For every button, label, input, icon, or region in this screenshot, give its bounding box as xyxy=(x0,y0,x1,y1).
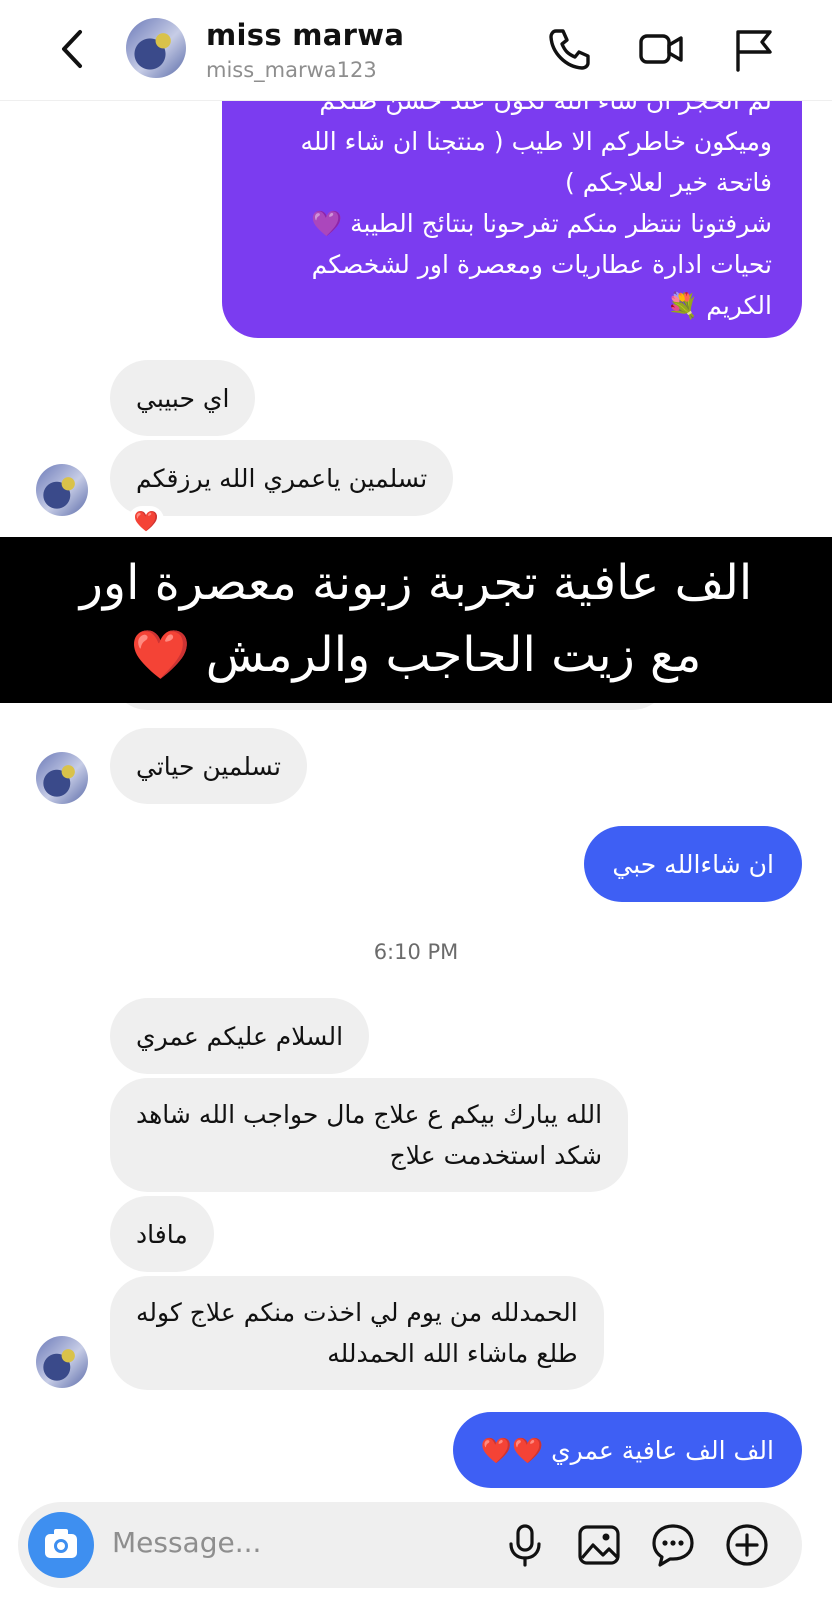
avatar[interactable] xyxy=(126,18,186,78)
camera-button[interactable] xyxy=(28,1512,94,1578)
heart-icon: ❤️ xyxy=(130,627,191,683)
message-bubble-outgoing[interactable]: ان شاءالله حبي xyxy=(584,826,802,902)
message-text: الف الف عافية عمري ❤️❤️ xyxy=(480,1436,774,1465)
message-bubble-incoming[interactable]: مافاد xyxy=(110,1196,214,1272)
caption-line-2: مع زيت الحاجب والرمش ❤️ xyxy=(0,619,832,691)
sender-avatar[interactable] xyxy=(36,1336,88,1388)
message-line: الحمدلله من يوم لي اخذت منكم علاج كوله xyxy=(136,1298,578,1327)
heart-reaction-icon[interactable]: ❤️ xyxy=(128,506,164,536)
video-icon[interactable] xyxy=(638,26,684,72)
chat-header: miss marwa miss_marwa123 xyxy=(0,0,832,101)
gallery-icon[interactable] xyxy=(576,1522,622,1568)
flag-icon[interactable] xyxy=(730,26,776,72)
message-line: لم الحجز ان شاء الله تكون عند حسن ظنكم xyxy=(319,100,772,115)
caption-line-1: الف عافية تجربة زبونة معصرة اور xyxy=(79,555,753,611)
contact-username: miss_marwa123 xyxy=(206,58,377,82)
message-text: تسلمين ياعمري الله يرزقكم xyxy=(136,464,428,493)
message-input[interactable]: Message... xyxy=(112,1526,261,1559)
sender-avatar[interactable] xyxy=(36,464,88,516)
message-text: اي حبيبي xyxy=(136,384,230,413)
message-line: فاتحة خير لعلاجكم ) xyxy=(565,168,772,197)
message-text: ان شاءالله حبي xyxy=(612,850,774,879)
microphone-icon[interactable] xyxy=(502,1522,548,1568)
contact-name[interactable]: miss marwa xyxy=(206,18,404,52)
add-icon[interactable] xyxy=(724,1522,770,1568)
message-line: وميكون خاطركم الا طيب ( منتجنا ان شاء ال… xyxy=(300,127,772,156)
message-text: مافاد xyxy=(136,1220,188,1249)
message-bubble-incoming[interactable]: الحمدلله من يوم لي اخذت منكم علاج كوله ط… xyxy=(110,1276,604,1390)
message-thread[interactable]: لم الحجز ان شاء الله تكون عند حسن ظنكم و… xyxy=(0,100,832,1500)
back-chevron-icon[interactable] xyxy=(52,26,92,72)
message-bubble-incoming[interactable]: تسلمين ياعمري الله يرزقكم xyxy=(110,440,454,516)
message-line: الكريم 💐 xyxy=(667,291,772,320)
caption-line-2-text: مع زيت الحاجب والرمش xyxy=(205,627,702,683)
camera-icon xyxy=(45,1529,77,1558)
message-line: تحيات ادارة عطاريات ومعصرة اور لشخصكم xyxy=(311,250,772,279)
message-bubble-incoming[interactable]: السلام عليكم عمري xyxy=(110,998,370,1074)
caption-overlay: الف عافية تجربة زبونة معصرة اور مع زيت ا… xyxy=(0,537,832,703)
message-text: تسلمين حياتي xyxy=(136,752,281,781)
message-bubble-outgoing-purple[interactable]: لم الحجز ان شاء الله تكون عند حسن ظنكم و… xyxy=(222,100,802,338)
message-bubble-incoming[interactable]: تسلمين حياتي xyxy=(110,728,307,804)
message-line: شكد استخدمت علاج xyxy=(389,1141,603,1170)
message-bubble-incoming[interactable]: الله يبارك بيكم ع علاج مال حواجب الله شا… xyxy=(110,1078,629,1192)
message-bubble-incoming[interactable]: اي حبيبي xyxy=(110,360,256,436)
message-line: طلع ماشاء الله الحمدلله xyxy=(327,1339,578,1368)
message-composer[interactable]: Message... xyxy=(18,1502,802,1588)
sticker-icon[interactable] xyxy=(650,1522,696,1568)
timestamp: 6:10 PM xyxy=(373,940,459,964)
message-text: السلام عليكم عمري xyxy=(136,1022,344,1051)
message-line: الله يبارك بيكم ع علاج مال حواجب الله شا… xyxy=(136,1100,603,1129)
phone-icon[interactable] xyxy=(546,26,592,72)
sender-avatar[interactable] xyxy=(36,752,88,804)
message-line: شرفتونا ننتظر منكم تفرحونا بنتائج الطيبة… xyxy=(311,209,772,238)
message-bubble-outgoing[interactable]: الف الف عافية عمري ❤️❤️ xyxy=(452,1412,802,1488)
